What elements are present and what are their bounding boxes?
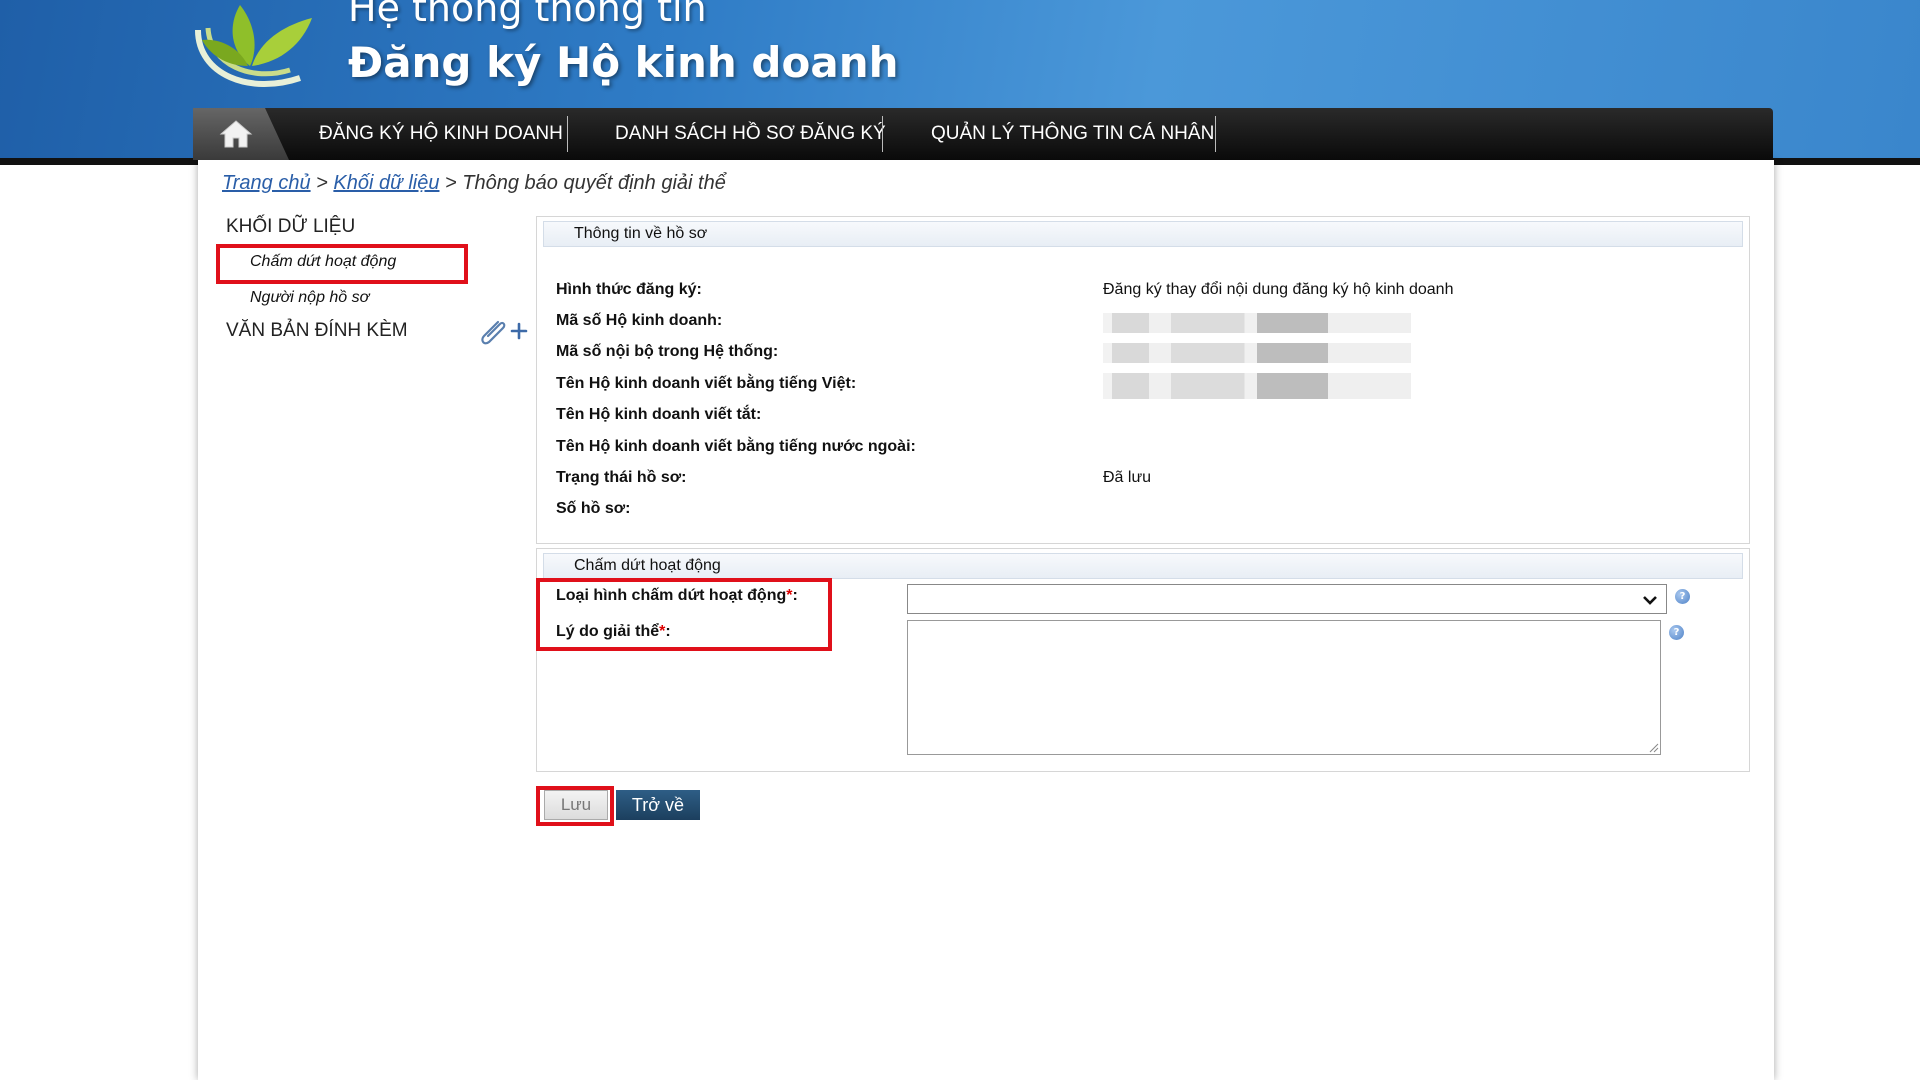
termination-panel-title: Chấm dứt hoạt động xyxy=(543,553,1743,579)
paperclip-add-icon[interactable] xyxy=(476,316,528,346)
abbreviated-name-label: Tên Hộ kinh doanh viết tắt: xyxy=(556,406,762,423)
chevron-down-icon xyxy=(1643,596,1657,605)
termination-type-label-text: Loại hình chấm dứt hoạt động xyxy=(556,587,787,604)
internal-code-value-redacted xyxy=(1103,343,1411,363)
record-number-label: Số hồ sơ: xyxy=(556,500,631,517)
breadcrumb: Trang chủ > Khối dữ liệu > Thông báo quy… xyxy=(222,172,726,195)
nav-application-list[interactable]: DANH SÁCH HỒ SƠ ĐĂNG KÝ xyxy=(615,108,886,160)
nav-separator xyxy=(882,116,883,152)
breadcrumb-separator: > xyxy=(316,172,328,194)
breadcrumb-current: Thông báo quyết định giải thể xyxy=(462,172,726,194)
resize-grip-icon[interactable] xyxy=(1647,741,1659,753)
site-title-line2: Đăng ký Hộ kinh doanh xyxy=(348,38,899,87)
sidebar-item-termination[interactable]: Chấm dứt hoạt động xyxy=(250,253,396,271)
label-colon: : xyxy=(665,623,671,640)
breadcrumb-home-link[interactable]: Trang chủ xyxy=(222,172,311,194)
nav-separator xyxy=(1215,116,1216,152)
registration-type-value: Đăng ký thay đổi nội dung đăng ký hộ kin… xyxy=(1103,281,1454,298)
dissolution-reason-label: Lý do giải thể*: xyxy=(556,623,671,641)
record-info-panel-title: Thông tin về hồ sơ xyxy=(543,221,1743,247)
sidebar-heading-data: KHỐI DỮ LIỆU xyxy=(226,216,356,237)
record-status-label: Trạng thái hồ sơ: xyxy=(556,469,687,486)
business-code-value-redacted xyxy=(1103,313,1411,333)
business-code-label: Mã số Hộ kinh doanh: xyxy=(556,312,723,329)
nav-personal-info[interactable]: QUẢN LÝ THÔNG TIN CÁ NHÂN xyxy=(931,108,1214,160)
help-icon[interactable]: ? xyxy=(1669,625,1684,640)
foreign-name-label: Tên Hộ kinh doanh viết bằng tiếng nước n… xyxy=(556,438,916,455)
breadcrumb-section-link[interactable]: Khối dữ liệu xyxy=(333,172,439,194)
breadcrumb-separator: > xyxy=(445,172,457,194)
internal-code-label: Mã số nội bộ trong Hệ thống: xyxy=(556,343,779,360)
site-title-line1: Hệ thống thông tin xyxy=(348,0,707,30)
home-tab[interactable] xyxy=(193,108,289,160)
help-icon[interactable]: ? xyxy=(1675,589,1690,604)
termination-type-select[interactable] xyxy=(907,584,1667,614)
nav-register-business[interactable]: ĐĂNG KÝ HỘ KINH DOANH xyxy=(319,108,563,160)
back-button[interactable]: Trở về xyxy=(616,790,700,820)
nav-separator xyxy=(567,116,568,152)
leaf-logo xyxy=(195,5,312,88)
save-button[interactable]: Lưu xyxy=(544,790,608,820)
vietnamese-name-value-redacted xyxy=(1103,373,1411,399)
sidebar-heading-attachments: VĂN BẢN ĐÍNH KÈM xyxy=(226,320,408,341)
label-colon: : xyxy=(792,587,798,604)
home-icon xyxy=(219,120,253,148)
vietnamese-name-label: Tên Hộ kinh doanh viết bằng tiếng Việt: xyxy=(556,375,857,392)
main-navbar: ĐĂNG KÝ HỘ KINH DOANH DANH SÁCH HỒ SƠ ĐĂ… xyxy=(193,108,1773,160)
registration-type-label: Hình thức đăng ký: xyxy=(556,281,702,298)
dissolution-reason-label-text: Lý do giải thể xyxy=(556,623,660,640)
termination-type-label: Loại hình chấm dứt hoạt động*: xyxy=(556,587,798,605)
dissolution-reason-textarea[interactable] xyxy=(907,620,1661,755)
sidebar-item-submitter[interactable]: Người nộp hồ sơ xyxy=(250,289,369,307)
record-status-value: Đã lưu xyxy=(1103,469,1152,486)
